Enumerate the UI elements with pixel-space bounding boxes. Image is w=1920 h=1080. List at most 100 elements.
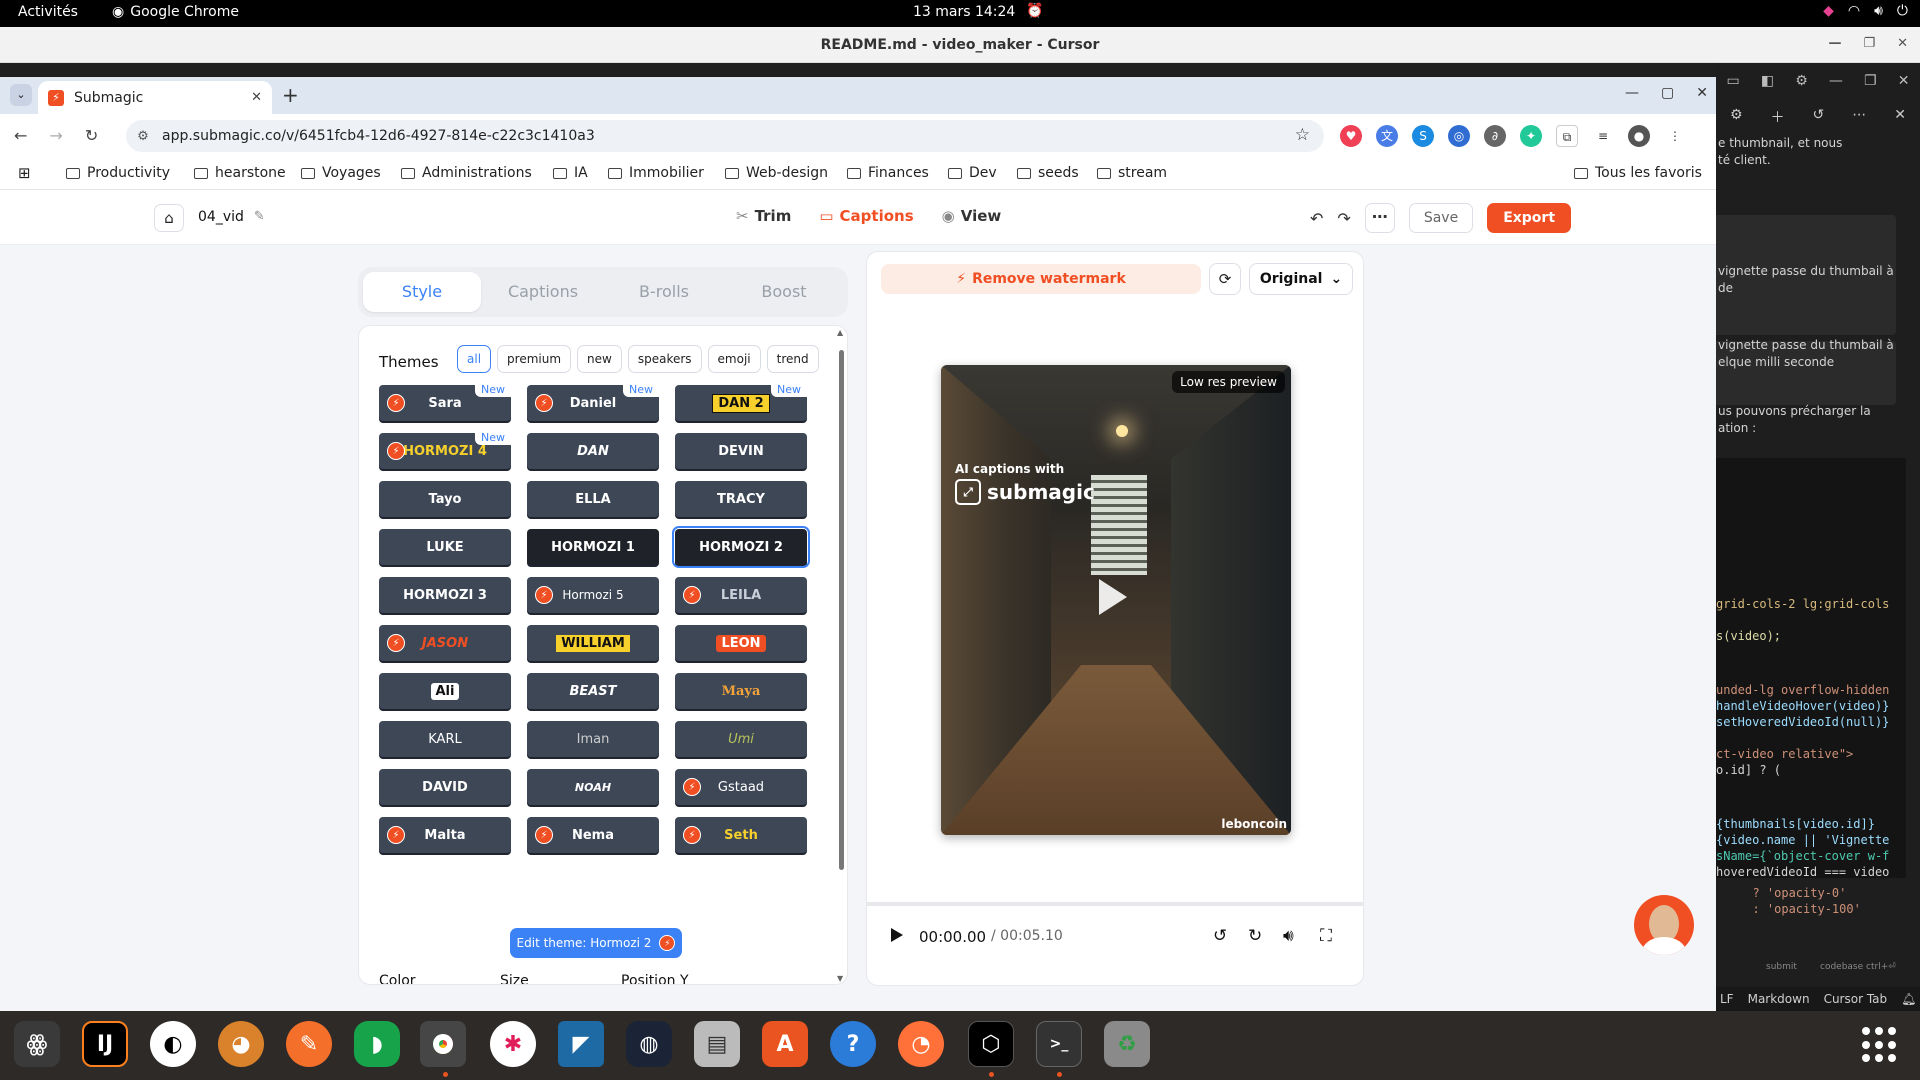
mode-trim[interactable]: ✂ Trim <box>736 207 791 225</box>
theme-tile[interactable]: ⚡ Sara New <box>379 382 511 421</box>
restore-icon[interactable]: ❐ <box>1864 73 1877 89</box>
filter-all[interactable]: all <box>457 345 492 373</box>
refresh-button[interactable]: ⟳ <box>1209 263 1241 295</box>
bookmark-folder[interactable]: Administrations <box>401 165 532 181</box>
home-button[interactable]: ⌂ <box>154 204 184 232</box>
theme-tile[interactable]: ELLA <box>527 481 659 517</box>
tab-search-button[interactable]: ⌄ <box>10 84 32 106</box>
theme-tile[interactable]: DAVID <box>379 769 511 805</box>
tab-submagic[interactable]: ⚡ Submagic ✕ <box>38 81 272 114</box>
theme-tile[interactable]: ⚡ JASON <box>379 625 511 661</box>
scrollbar-thumb[interactable] <box>839 350 844 870</box>
theme-tile[interactable]: HORMOZI 1 <box>527 529 659 565</box>
app-icon-pet[interactable]: ꙮ <box>14 1021 60 1067</box>
video-player[interactable]: Low res preview AI captions with ⤢ submag… <box>941 365 1291 835</box>
theme-tile[interactable]: BEAST <box>527 673 659 709</box>
theme-tile[interactable]: ⚡ Seth <box>675 817 807 853</box>
theme-tile[interactable]: ⚡ Daniel New <box>527 382 659 421</box>
close-icon[interactable]: ✕ <box>1897 36 1908 51</box>
theme-tile[interactable]: DAN 2 New <box>675 382 807 421</box>
extension-icon[interactable]: ◎ <box>1448 125 1470 147</box>
filter-speakers[interactable]: speakers <box>627 345 702 373</box>
theme-tile[interactable]: LUKE <box>379 529 511 565</box>
all-bookmarks-folder[interactable]: Tous les favoris <box>1574 165 1702 181</box>
activities-button[interactable]: Activités <box>18 4 78 20</box>
bookmark-folder[interactable]: Productivity <box>66 165 170 181</box>
theme-tile[interactable]: ⚡ Hormozi 5 <box>527 577 659 613</box>
sync-icon[interactable]: S <box>1412 125 1434 147</box>
power-icon[interactable]: ⏻ <box>1897 3 1908 19</box>
translate-icon[interactable]: 文 <box>1376 125 1398 147</box>
extension-icon[interactable]: ∂ <box>1484 125 1506 147</box>
layout-icon[interactable]: ▭ <box>1727 73 1740 89</box>
play-overlay-icon[interactable] <box>1099 579 1127 615</box>
theme-tile[interactable]: DEVIN <box>675 433 807 469</box>
bookmark-folder[interactable]: IA <box>553 165 588 181</box>
theme-tile[interactable]: ⚡ HORMOZI 4 New <box>379 430 511 469</box>
bookmark-folder[interactable]: seeds <box>1017 165 1079 181</box>
minimize-icon[interactable]: — <box>1828 36 1841 51</box>
volume-icon[interactable]: 🔊︎ <box>1283 926 1294 946</box>
mode-captions[interactable]: ▭ Captions <box>819 207 913 225</box>
maximize-icon[interactable]: ❐ <box>1863 36 1875 51</box>
app-icon-terminal[interactable]: >_ <box>1036 1021 1082 1067</box>
app-icon-chatgpt[interactable]: ◍ <box>626 1021 672 1067</box>
save-button[interactable]: Save <box>1408 203 1474 233</box>
theme-tile[interactable]: WILLIAM <box>527 625 659 661</box>
edit-pencil-icon[interactable]: ✎ <box>254 209 265 225</box>
redo-icon[interactable]: ↷ <box>1337 209 1350 228</box>
bookmark-folder[interactable]: stream <box>1097 165 1167 181</box>
seek-bar[interactable] <box>867 902 1363 906</box>
app-icon-github[interactable]: ◐ <box>150 1021 196 1067</box>
project-name[interactable]: 04_vid <box>198 209 244 225</box>
undo-icon[interactable]: ↶ <box>1310 209 1323 228</box>
settings-icon[interactable]: ⚙ <box>1730 107 1743 127</box>
media-icon[interactable]: ≡ <box>1592 125 1614 147</box>
bookmark-folder[interactable]: Immobilier <box>608 165 704 181</box>
app-icon-files[interactable]: ▤ <box>694 1021 740 1067</box>
theme-tile[interactable]: Tayo <box>379 481 511 517</box>
settings-icon[interactable]: ⚙ <box>1795 73 1808 89</box>
panel-icon[interactable]: ◧ <box>1761 73 1774 89</box>
bookmark-folder[interactable]: Finances <box>847 165 929 181</box>
site-info-icon[interactable]: ⚙ <box>134 129 152 144</box>
chat-codebase-hint[interactable]: codebase ctrl+⏎ <box>1820 959 1896 976</box>
puzzle-icon[interactable]: ⧉ <box>1556 125 1578 147</box>
filter-premium[interactable]: premium <box>497 345 572 373</box>
bookmark-folder[interactable]: hearstone <box>194 165 286 181</box>
wifi-icon[interactable]: ◠ <box>1848 3 1860 19</box>
forward-skip-icon[interactable]: ↻ <box>1248 926 1262 946</box>
app-icon-postman[interactable]: ✎ <box>286 1021 332 1067</box>
app-menu[interactable]: ◉ Google Chrome <box>112 4 239 20</box>
clock[interactable]: 13 mars 14:24 <box>913 4 1015 20</box>
close-icon[interactable]: ✕ <box>1696 85 1708 101</box>
app-icon-chrome[interactable] <box>420 1021 466 1067</box>
bookmark-folder[interactable]: Dev <box>948 165 997 181</box>
bookmark-star-icon[interactable]: ☆ <box>1295 125 1310 145</box>
theme-tile[interactable]: TRACY <box>675 481 807 517</box>
extension-icon[interactable]: ✦ <box>1520 125 1542 147</box>
filter-new[interactable]: new <box>577 345 622 373</box>
app-icon-gitkraken[interactable]: ◗ <box>354 1021 400 1067</box>
mode-view[interactable]: ◉ View <box>942 207 1002 225</box>
theme-tile[interactable]: LEON <box>675 625 807 661</box>
status-cursor-tab[interactable]: Cursor Tab <box>1824 992 1888 1006</box>
fullscreen-icon[interactable]: ⛶ <box>1320 926 1332 946</box>
theme-tile[interactable]: KARL <box>379 721 511 757</box>
theme-tile[interactable]: ⚡ Malta <box>379 817 511 853</box>
app-icon-trash[interactable]: ♻ <box>1104 1021 1150 1067</box>
theme-tile[interactable]: Iman <box>527 721 659 757</box>
theme-tile[interactable]: Maya <box>675 673 807 709</box>
theme-tile[interactable]: DAN <box>527 433 659 469</box>
bookmark-folder[interactable]: Voyages <box>301 165 381 181</box>
theme-tile[interactable]: ⚡ Gstaad <box>675 769 807 805</box>
theme-tile[interactable]: Ali <box>379 673 511 709</box>
pocket-icon[interactable]: ♥ <box>1340 125 1362 147</box>
volume-icon[interactable]: 🔊︎ <box>1874 3 1883 19</box>
theme-tile[interactable]: NOAH <box>527 769 659 805</box>
status-language[interactable]: Markdown <box>1748 992 1810 1006</box>
tab-boost[interactable]: Boost <box>725 272 843 312</box>
close-icon[interactable]: ✕ <box>1894 107 1906 127</box>
system-tray[interactable]: ◆ ◠ 🔊︎ ⏻ <box>1823 3 1908 19</box>
scroll-down-icon[interactable]: ▼ <box>837 974 843 983</box>
